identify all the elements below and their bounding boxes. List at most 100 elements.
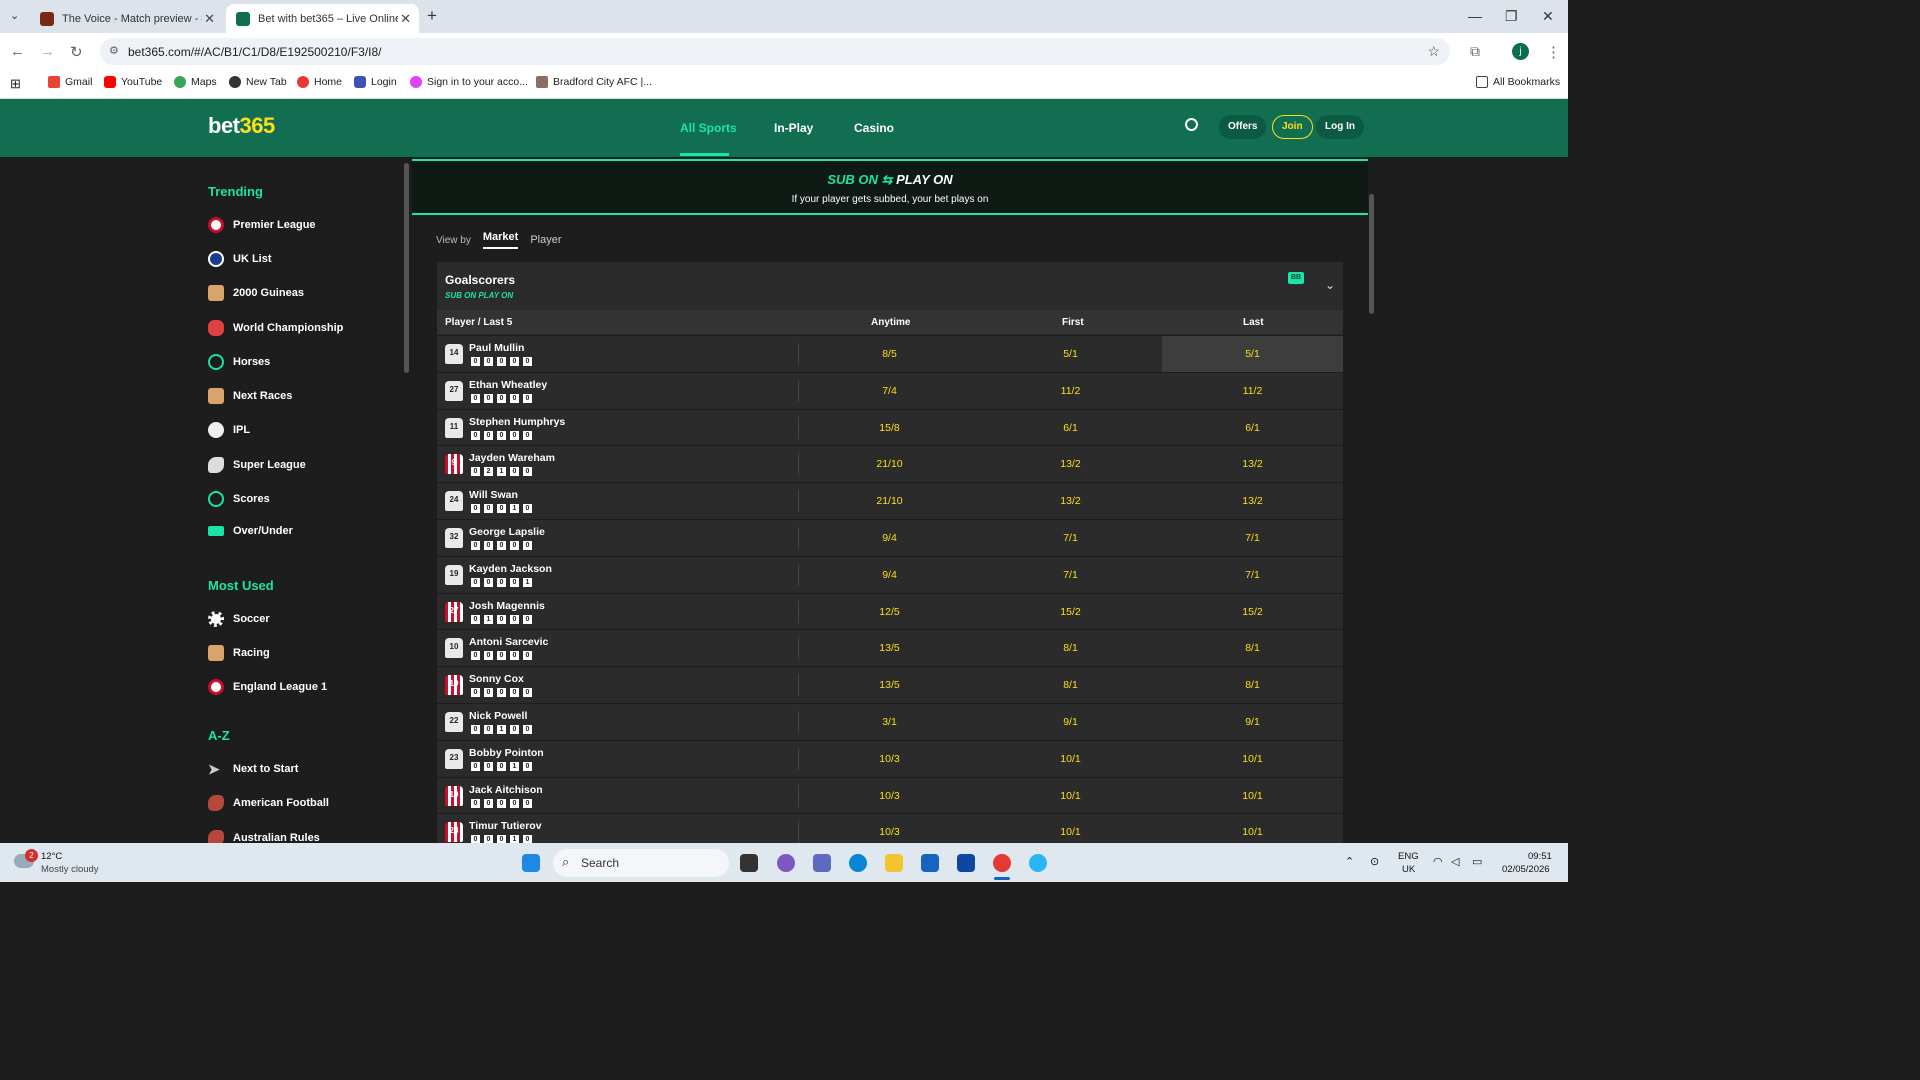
volume-icon[interactable]: ◁ bbox=[1451, 855, 1459, 868]
odds-anytime[interactable]: 15/8 bbox=[799, 422, 980, 434]
sidebar-item-american-football[interactable]: American Football bbox=[208, 795, 329, 811]
player-name[interactable]: Sonny Cox bbox=[469, 673, 524, 685]
odds-last[interactable]: 7/1 bbox=[1162, 569, 1343, 581]
odds-last[interactable]: 10/1 bbox=[1162, 753, 1343, 765]
sidebar-item-ipl[interactable]: IPL bbox=[208, 422, 250, 438]
bookmark-bradford[interactable]: Bradford City AFC |... bbox=[536, 76, 652, 88]
odds-first[interactable]: 8/1 bbox=[980, 642, 1161, 654]
all-bookmarks[interactable]: All Bookmarks bbox=[1476, 76, 1560, 88]
player-name[interactable]: Kayden Jackson bbox=[469, 563, 552, 575]
tray-chevron-icon[interactable]: ⌃ bbox=[1345, 855, 1354, 868]
player-name[interactable]: Antoni Sarcevic bbox=[469, 636, 548, 648]
odds-last[interactable]: 8/1 bbox=[1162, 642, 1343, 654]
bookmark-star-icon[interactable]: ☆ bbox=[1427, 43, 1440, 60]
player-name[interactable]: Will Swan bbox=[469, 489, 518, 501]
odds-anytime[interactable]: 21/10 bbox=[799, 458, 980, 470]
odds-last[interactable]: 8/1 bbox=[1162, 679, 1343, 691]
site-info-icon[interactable]: ⚙ bbox=[109, 44, 119, 57]
tab-search-chevron-icon[interactable]: ⌄ bbox=[10, 9, 19, 22]
odds-last[interactable]: 6/1 bbox=[1162, 422, 1343, 434]
player-name[interactable]: George Lapslie bbox=[469, 526, 545, 538]
odds-last[interactable]: 7/1 bbox=[1162, 532, 1343, 544]
odds-last[interactable]: 10/1 bbox=[1162, 790, 1343, 802]
bookmark-gmail[interactable]: Gmail bbox=[48, 76, 92, 88]
bookmark-maps[interactable]: Maps bbox=[174, 76, 217, 88]
sidebar-item-over-under[interactable]: Over/Under bbox=[208, 525, 293, 537]
address-bar[interactable]: ⚙ bet365.com/#/AC/B1/C1/D8/E192500210/F3… bbox=[100, 38, 1450, 65]
apps-grid-icon[interactable]: ⊞ bbox=[10, 76, 21, 92]
restore-icon[interactable]: ❐ bbox=[1505, 8, 1518, 25]
search-icon[interactable] bbox=[1185, 118, 1198, 131]
player-name[interactable]: Bobby Pointon bbox=[469, 747, 544, 759]
view-by-market[interactable]: Market bbox=[482, 231, 519, 249]
odds-first[interactable]: 10/1 bbox=[980, 826, 1161, 838]
language-region[interactable]: UK bbox=[1402, 864, 1415, 875]
odds-first[interactable]: 11/2 bbox=[980, 385, 1161, 397]
odds-last[interactable]: 10/1 bbox=[1162, 826, 1343, 838]
odds-first[interactable]: 8/1 bbox=[980, 679, 1161, 691]
join-button[interactable]: Join bbox=[1272, 115, 1313, 139]
odds-last[interactable]: 5/1 bbox=[1162, 348, 1343, 360]
task-view-icon[interactable] bbox=[740, 854, 758, 872]
battery-icon[interactable]: ▭ bbox=[1472, 855, 1482, 868]
profile-avatar[interactable]: j bbox=[1512, 43, 1529, 60]
odds-anytime[interactable]: 21/10 bbox=[799, 495, 980, 507]
nav-in-play[interactable]: In-Play bbox=[774, 121, 813, 135]
player-name[interactable]: Josh Magennis bbox=[469, 600, 545, 612]
sidebar-item-australian-rules[interactable]: Australian Rules bbox=[208, 830, 320, 843]
bookmark-new-tab[interactable]: New Tab bbox=[229, 76, 287, 88]
wifi-icon[interactable]: ◠ bbox=[1433, 855, 1443, 868]
player-name[interactable]: Jayden Wareham bbox=[469, 452, 555, 464]
odds-last[interactable]: 13/2 bbox=[1162, 495, 1343, 507]
sidebar-item-england-league-1[interactable]: England League 1 bbox=[208, 679, 327, 695]
odds-anytime[interactable]: 10/3 bbox=[799, 790, 980, 802]
menu-dots-icon[interactable]: ⋮ bbox=[1546, 43, 1561, 61]
odds-last[interactable]: 15/2 bbox=[1162, 606, 1343, 618]
sidebar-item-scores[interactable]: Scores bbox=[208, 491, 270, 507]
bookmark-home[interactable]: Home bbox=[297, 76, 342, 88]
weather-desc[interactable]: Mostly cloudy bbox=[41, 864, 99, 875]
odds-first[interactable]: 7/1 bbox=[980, 569, 1161, 581]
store-icon[interactable] bbox=[921, 854, 939, 872]
odds-anytime[interactable]: 9/4 bbox=[799, 532, 980, 544]
odds-anytime[interactable]: 7/4 bbox=[799, 385, 980, 397]
reload-icon[interactable]: ↻ bbox=[70, 43, 83, 61]
bookmark-youtube[interactable]: YouTube bbox=[104, 76, 162, 88]
sidebar-item-next-races[interactable]: Next Races bbox=[208, 388, 292, 404]
forward-icon[interactable]: → bbox=[40, 43, 55, 60]
offers-button[interactable]: Offers bbox=[1219, 115, 1267, 139]
player-name[interactable]: Nick Powell bbox=[469, 710, 527, 722]
windows-start-icon[interactable] bbox=[522, 854, 540, 872]
bookmark-login[interactable]: Login bbox=[354, 76, 397, 88]
sidebar-item-soccer[interactable]: Soccer bbox=[208, 611, 270, 627]
sidebar-item-2000-guineas[interactable]: 2000 Guineas bbox=[208, 285, 304, 301]
odds-first[interactable]: 10/1 bbox=[980, 753, 1161, 765]
sidebar-item-uk-list[interactable]: UK List bbox=[208, 251, 272, 267]
sidebar-item-horses[interactable]: Horses bbox=[208, 354, 270, 370]
odds-last[interactable]: 13/2 bbox=[1162, 458, 1343, 470]
app-icon[interactable] bbox=[1029, 854, 1047, 872]
copilot-icon[interactable] bbox=[777, 854, 795, 872]
odds-last[interactable]: 11/2 bbox=[1162, 385, 1343, 397]
odds-last[interactable]: 9/1 bbox=[1162, 716, 1343, 728]
main-scrollbar[interactable] bbox=[1369, 194, 1374, 314]
odds-first[interactable]: 10/1 bbox=[980, 790, 1161, 802]
close-tab-icon[interactable]: ✕ bbox=[204, 11, 215, 27]
outlook-icon[interactable] bbox=[957, 854, 975, 872]
edge-icon[interactable] bbox=[849, 854, 867, 872]
player-name[interactable]: Stephen Humphrys bbox=[469, 416, 565, 428]
taskbar-search[interactable]: ⌕ Search bbox=[553, 849, 729, 877]
odds-anytime[interactable]: 13/5 bbox=[799, 642, 980, 654]
player-name[interactable]: Jack Aitchison bbox=[469, 784, 543, 796]
close-tab-icon[interactable]: ✕ bbox=[400, 11, 411, 27]
browser-tab-bet365[interactable]: Bet with bet365 – Live Online B ✕ bbox=[226, 4, 419, 33]
odds-anytime[interactable]: 12/5 bbox=[799, 606, 980, 618]
bookmark-sign-in[interactable]: Sign in to your acco... bbox=[410, 76, 528, 88]
back-icon[interactable]: ← bbox=[10, 43, 25, 60]
odds-first[interactable]: 13/2 bbox=[980, 495, 1161, 507]
language-code[interactable]: ENG bbox=[1398, 851, 1419, 862]
odds-anytime[interactable]: 10/3 bbox=[799, 826, 980, 838]
clock-time[interactable]: 09:51 bbox=[1528, 851, 1552, 862]
odds-first[interactable]: 13/2 bbox=[980, 458, 1161, 470]
chevron-down-icon[interactable]: ⌄ bbox=[1325, 278, 1335, 292]
